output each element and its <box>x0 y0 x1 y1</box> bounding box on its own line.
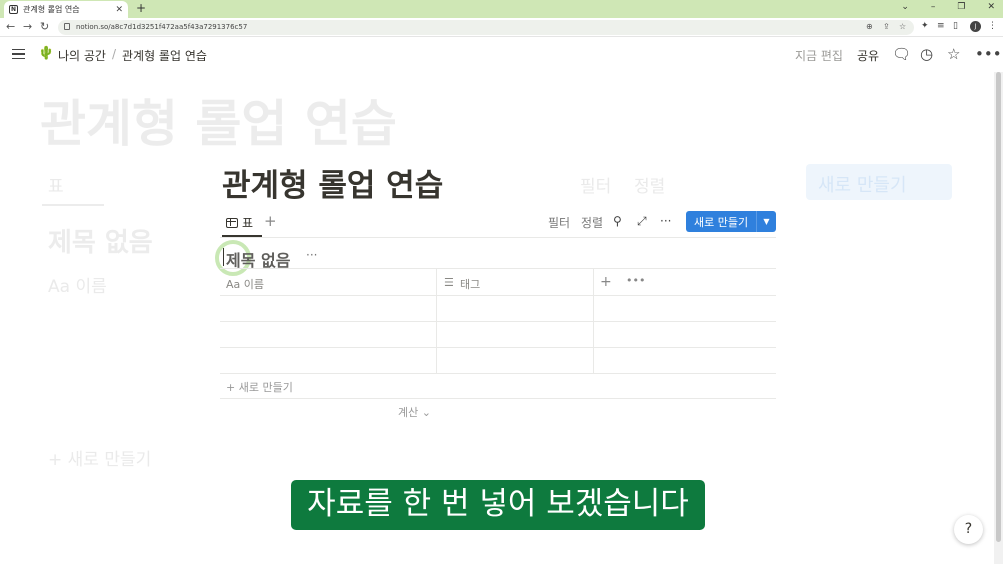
side-panel-icon[interactable]: ▯ <box>953 21 958 31</box>
new-tab-icon[interactable]: + <box>136 1 146 15</box>
lock-icon <box>64 23 70 30</box>
more-view-options-icon[interactable]: ··· <box>660 214 671 228</box>
favorite-star-icon[interactable]: ☆ <box>947 45 960 63</box>
plus-icon: + <box>226 381 239 394</box>
tag-list-icon: ☰ <box>444 276 454 289</box>
share-page-icon[interactable]: ⇪ <box>883 22 890 31</box>
breadcrumb-root[interactable]: 나의 공간 <box>58 47 106 64</box>
add-property-icon[interactable]: + <box>600 274 612 290</box>
calculate-label: 계산 <box>398 406 419 419</box>
tab-title: 관계형 롤업 연습 <box>23 5 80 14</box>
breadcrumb-page[interactable]: 관계형 롤업 연습 <box>122 47 207 64</box>
forward-icon[interactable]: → <box>23 20 32 33</box>
reading-list-icon[interactable]: ≡ <box>937 21 945 31</box>
text-caret <box>223 248 224 266</box>
close-window-icon[interactable]: ✕ <box>987 2 995 12</box>
new-entry-button[interactable]: 새로 만들기 ▼ <box>686 211 776 232</box>
zoom-icon[interactable]: ⊕ <box>866 22 873 31</box>
url-text: notion.so/a8c7d1d3251f472aa5f43a7291376c… <box>76 23 248 31</box>
video-caption: 자료를 한 번 넣어 보겠습니다 <box>291 480 705 530</box>
table-row[interactable] <box>220 295 776 296</box>
add-row-label: 새로 만들기 <box>238 381 293 394</box>
chevron-down-icon: ⌄ <box>421 406 431 419</box>
ghost-new-button: 새로 만들기 <box>806 164 952 200</box>
column-header-name[interactable]: Aa 이름 <box>226 276 264 292</box>
table-top-border <box>220 268 776 269</box>
window-controls: ⌄ – ❐ ✕ <box>901 2 995 12</box>
chevron-down-icon[interactable]: ▼ <box>756 211 776 232</box>
table-row[interactable] <box>220 347 776 348</box>
tab-search-icon[interactable]: ⌄ <box>901 2 909 12</box>
divider <box>220 237 776 238</box>
column-header-tags[interactable]: 태그 <box>460 276 480 292</box>
bookmark-star-icon[interactable]: ☆ <box>899 22 906 31</box>
minimize-icon[interactable]: – <box>931 2 936 12</box>
ghost-filter: 필터 <box>580 177 612 197</box>
help-button[interactable]: ? <box>954 515 983 544</box>
close-tab-icon[interactable]: ✕ <box>115 5 123 15</box>
new-entry-label: 새로 만들기 <box>694 215 749 229</box>
ghost-col-name: Aa 이름 <box>48 277 107 297</box>
table-row[interactable] <box>220 321 776 322</box>
calculate-button[interactable]: 계산 ⌄ <box>398 404 431 420</box>
view-tab-table[interactable]: 표 <box>226 214 253 231</box>
column-more-icon[interactable]: ••• <box>626 274 645 287</box>
table-icon <box>226 217 238 228</box>
search-icon[interactable]: ⚲ <box>613 214 622 228</box>
add-row-button[interactable]: + 새로 만들기 <box>226 379 293 395</box>
notion-topbar: 🌵 나의 공간 / 관계형 롤업 연습 지금 편집 공유 🗨 ◷ ☆ ••• <box>0 38 1003 72</box>
ghost-tab-underline <box>42 204 104 206</box>
restore-icon[interactable]: ❐ <box>957 2 965 12</box>
back-icon[interactable]: ← <box>6 20 15 33</box>
filter-button[interactable]: 필터 <box>548 214 570 231</box>
address-bar: ← → ↻ notion.so/a8c7d1d3251f472aa5f43a72… <box>0 18 1003 37</box>
ghost-page-title: 관계형 롤업 연습 <box>40 95 397 153</box>
url-field[interactable]: notion.so/a8c7d1d3251f472aa5f43a7291376c… <box>58 20 914 35</box>
profile-avatar[interactable]: J <box>970 21 981 32</box>
ghost-db-title: 제목 없음 <box>48 228 153 258</box>
breadcrumb-separator: / <box>112 47 117 61</box>
page-title[interactable]: 관계형 롤업 연습 <box>222 160 443 205</box>
browser-menu-icon[interactable]: ⋮ <box>988 21 997 31</box>
share-button[interactable]: 공유 <box>857 47 879 64</box>
reload-icon[interactable]: ↻ <box>40 20 49 33</box>
edited-status: 지금 편집 <box>795 49 843 63</box>
notion-favicon-icon: N <box>9 5 18 14</box>
database-more-icon[interactable]: ··· <box>306 248 317 262</box>
ghost-sort: 정렬 <box>634 177 666 197</box>
comments-icon[interactable]: 🗨 <box>892 45 911 63</box>
extensions-icon[interactable]: ✦ <box>921 21 929 31</box>
sidebar-toggle-icon[interactable] <box>12 49 25 59</box>
cactus-icon: 🌵 <box>38 46 55 61</box>
table-row[interactable] <box>220 373 776 374</box>
expand-icon[interactable]: ⤢ <box>637 214 647 229</box>
view-tab-label: 표 <box>242 216 254 230</box>
more-options-icon[interactable]: ••• <box>975 45 1002 63</box>
ghost-view-tab: 표 <box>48 177 64 197</box>
browser-tab[interactable]: N 관계형 롤업 연습 ✕ <box>4 1 128 18</box>
table-bottom-border <box>220 398 776 399</box>
ghost-new-row: + 새로 만들기 <box>48 450 152 470</box>
sort-button[interactable]: 정렬 <box>581 214 603 231</box>
scrollbar-thumb[interactable] <box>996 72 1001 542</box>
browser-tab-bar: N 관계형 롤업 연습 ✕ + ⌄ – ❐ ✕ <box>0 0 1003 18</box>
add-view-icon[interactable]: + <box>264 212 277 230</box>
updates-clock-icon[interactable]: ◷ <box>920 45 933 63</box>
